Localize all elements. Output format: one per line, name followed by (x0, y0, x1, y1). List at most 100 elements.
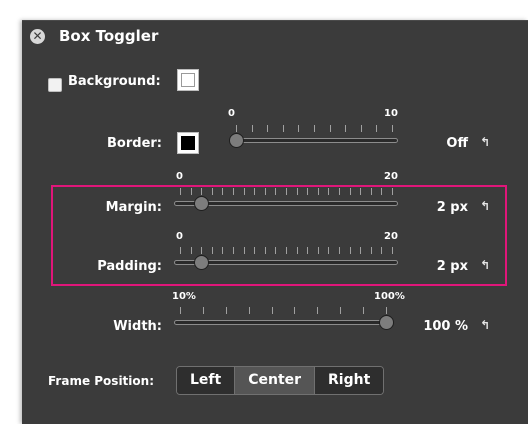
panel-title: Box Toggler (59, 27, 159, 45)
border-slider-track (230, 138, 398, 143)
width-slider-tick (363, 307, 365, 314)
padding-slider-tick (275, 247, 277, 254)
width-slider[interactable] (174, 307, 394, 333)
border-slider-ticks (230, 125, 398, 133)
border-slider-tick (236, 125, 237, 132)
background-label: Background: (68, 74, 161, 89)
width-slider-tick (225, 307, 227, 314)
margin-slider-tick (180, 188, 181, 195)
border-slider-thumb[interactable] (229, 133, 244, 148)
margin-slider-tick (243, 188, 245, 195)
margin-max-label: 20 (384, 171, 398, 182)
width-value: 100 % (423, 319, 468, 334)
background-checkbox[interactable] (48, 78, 62, 92)
padding-slider-tick (328, 247, 330, 254)
width-label: Width: (113, 319, 162, 334)
margin-slider-tick (360, 188, 362, 195)
margin-slider-ticks (174, 188, 398, 196)
padding-slider-tick (349, 247, 351, 254)
margin-slider-tick (190, 188, 192, 195)
margin-slider-tick (275, 188, 277, 195)
margin-slider-tick (211, 188, 213, 195)
padding-slider-tick (381, 247, 383, 254)
padding-value: 2 px (436, 259, 468, 274)
frame-position-right-button[interactable]: Right (315, 367, 384, 394)
border-max-label: 10 (384, 108, 398, 119)
padding-slider-tick (370, 247, 372, 254)
border-slider-tick (360, 125, 362, 132)
width-slider-tick (180, 307, 181, 314)
border-slider-tick (267, 125, 269, 132)
box-toggler-panel: ✕ Box Toggler Background: Border: 0 10 O… (22, 20, 528, 424)
border-reset-icon[interactable]: ↰ (480, 135, 490, 149)
margin-slider-tick (328, 188, 330, 195)
padding-reset-icon[interactable]: ↰ (480, 258, 490, 272)
close-icon[interactable]: ✕ (30, 29, 45, 44)
border-swatch-fill (181, 136, 195, 150)
padding-slider-tick (317, 247, 319, 254)
padding-slider-tick (222, 247, 224, 254)
padding-slider-tick (190, 247, 192, 254)
padding-min-label: 0 (176, 231, 183, 242)
background-swatch-fill (181, 73, 195, 87)
width-min-label: 10% (172, 291, 196, 302)
margin-min-label: 0 (176, 171, 183, 182)
padding-slider-tick (264, 247, 266, 254)
padding-slider-tick (296, 247, 298, 254)
padding-slider-tick (233, 247, 234, 254)
border-label: Border: (107, 136, 162, 151)
margin-slider-tick (296, 188, 298, 195)
width-slider-tick (248, 307, 250, 314)
margin-reset-icon[interactable]: ↰ (480, 199, 490, 213)
margin-slider-tick (339, 188, 340, 195)
border-color-swatch[interactable] (177, 132, 199, 154)
padding-slider[interactable] (174, 247, 398, 273)
width-slider-tick (294, 307, 296, 314)
width-reset-icon[interactable]: ↰ (480, 318, 490, 332)
width-slider-track (174, 320, 392, 325)
padding-slider-tick (243, 247, 245, 254)
border-slider-tick (329, 125, 331, 132)
background-color-swatch[interactable] (177, 69, 199, 91)
frame-position-left-button[interactable]: Left (177, 367, 236, 394)
margin-slider-thumb[interactable] (194, 196, 210, 211)
padding-slider-ticks (174, 247, 398, 255)
border-slider-tick (345, 125, 347, 132)
margin-slider-tick (392, 188, 393, 195)
padding-slider-tick (339, 247, 340, 254)
border-slider-tick (282, 125, 284, 132)
border-slider[interactable] (229, 125, 398, 151)
margin-slider-tick (307, 188, 309, 195)
padding-slider-tick (211, 247, 213, 254)
margin-value: 2 px (436, 200, 468, 215)
padding-slider-tick (360, 247, 362, 254)
width-slider-tick (271, 307, 273, 314)
margin-slider-tick (381, 188, 383, 195)
padding-max-label: 20 (384, 231, 398, 242)
width-slider-thumb[interactable] (379, 315, 394, 330)
frame-position-label: Frame Position: (48, 374, 154, 388)
margin-slider[interactable] (174, 188, 398, 214)
frame-position-segmented-control: Left Center Right (176, 366, 385, 395)
border-slider-tick (251, 125, 253, 132)
width-slider-tick (386, 307, 387, 314)
border-slider-tick (314, 125, 315, 132)
width-slider-tick (340, 307, 342, 314)
padding-slider-thumb[interactable] (194, 255, 210, 270)
width-max-label: 100% (374, 291, 405, 302)
padding-label: Padding: (97, 259, 162, 274)
padding-slider-tick (307, 247, 309, 254)
margin-slider-tick (317, 188, 319, 195)
border-value: Off (446, 136, 468, 151)
padding-slider-tick (201, 247, 203, 254)
margin-slider-tick (201, 188, 203, 195)
padding-slider-tick (286, 247, 287, 254)
padding-slider-tick (254, 247, 256, 254)
width-slider-tick (317, 307, 319, 314)
margin-label: Margin: (105, 200, 162, 215)
margin-slider-tick (254, 188, 256, 195)
width-slider-tick (202, 307, 204, 314)
padding-slider-tick (392, 247, 393, 254)
padding-slider-tick (180, 247, 181, 254)
frame-position-center-button[interactable]: Center (235, 367, 316, 394)
